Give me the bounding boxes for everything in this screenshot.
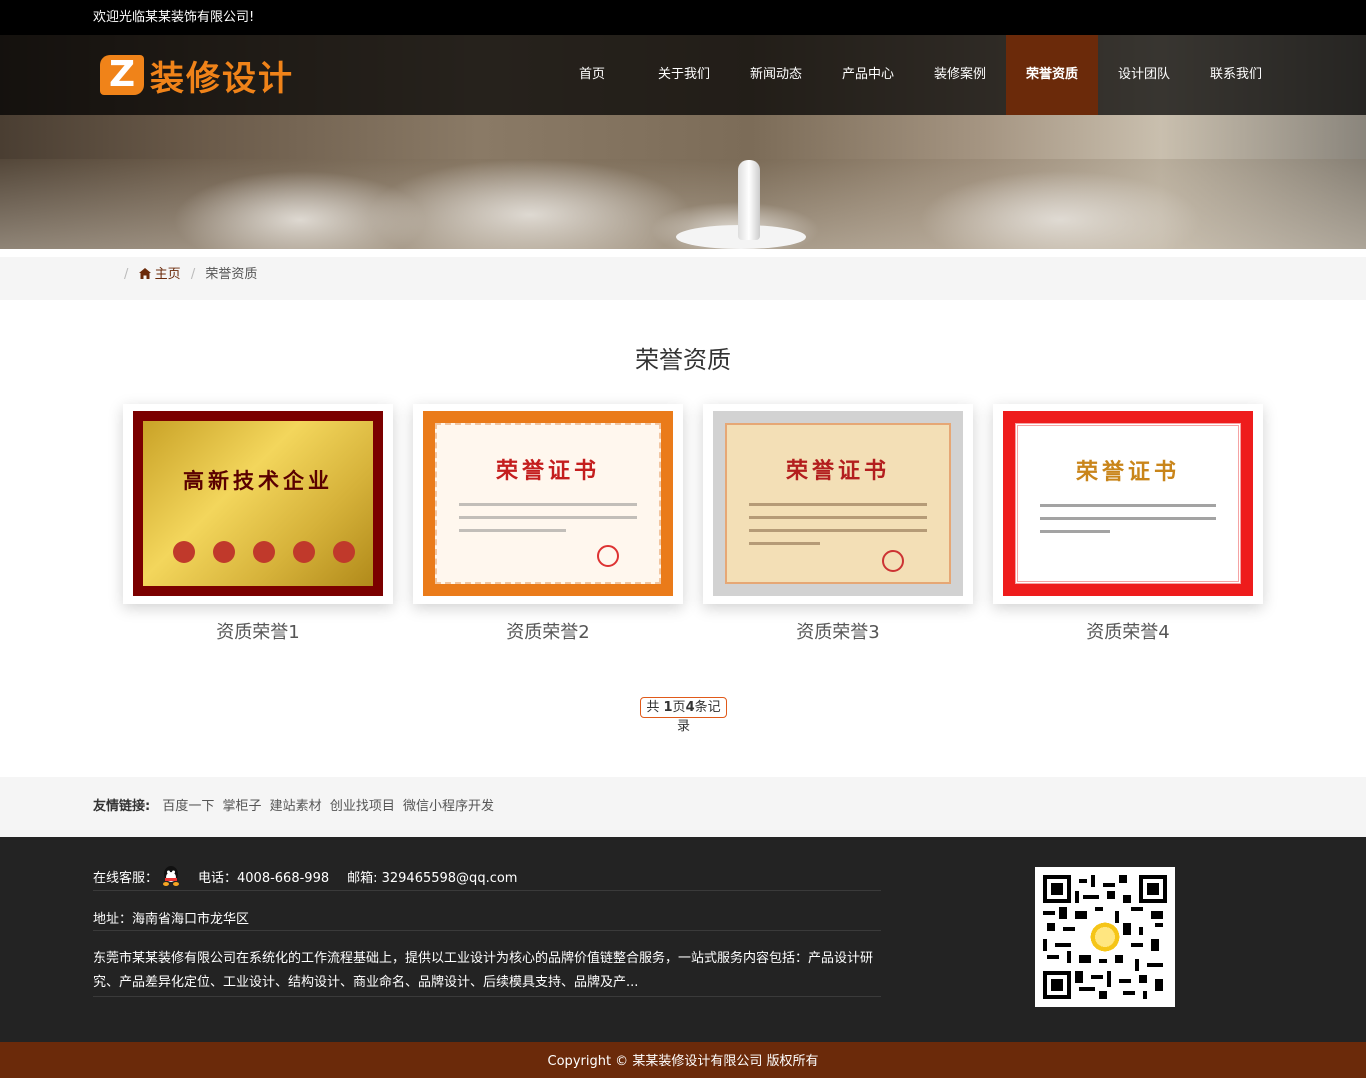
certificate-card[interactable]: 荣誉证书 资质荣誉3 — [703, 404, 973, 644]
friend-links-label: 友情链接: — [93, 799, 151, 814]
online-service-label: 在线客服： — [93, 871, 159, 886]
pagination-info: 共 1页4条记录 — [640, 697, 727, 734]
seal-icon — [333, 541, 355, 563]
friend-link[interactable]: 百度一下 — [162, 799, 214, 814]
friend-links-bar: 友情链接: 百度一下 掌柜子 建站素材 创业找项目 微信小程序开发 — [0, 777, 1366, 837]
copyright-text: Copyright © 某某装修设计有限公司 版权所有 — [547, 1054, 819, 1069]
site-footer: 在线客服： 电话：4008-668-998 邮箱: 329465598@qq.com… — [0, 837, 1366, 1042]
certificate-grid: 高新技术企业 资质荣誉1 荣誉证书 资质荣誉2 荣誉证书 资质荣誉3 荣誉证书 … — [123, 404, 1263, 644]
certificate-card[interactable]: 高新技术企业 资质荣誉1 — [123, 404, 393, 644]
friend-link[interactable]: 微信小程序开发 — [403, 799, 494, 814]
certificate-title: 荣誉证书 — [1075, 459, 1180, 485]
logo-mark-icon: Z — [100, 55, 144, 95]
nav-item-products[interactable]: 产品中心 — [822, 35, 914, 115]
contact-row: 在线客服： 电话：4008-668-998 邮箱: 329465598@qq.com — [93, 861, 881, 891]
hero-vase-graphic — [738, 160, 760, 240]
nav-menu: 首页 关于我们 新闻动态 产品中心 装修案例 荣誉资质 设计团队 联系我们 — [546, 35, 1282, 115]
nav-item-news[interactable]: 新闻动态 — [730, 35, 822, 115]
welcome-bar: 欢迎光临某某装饰有限公司! — [0, 0, 1366, 35]
nav-item-team[interactable]: 设计团队 — [1098, 35, 1190, 115]
address-row: 地址：海南省海口市龙华区 — [93, 905, 881, 931]
certificate-title: 荣誉证书 — [785, 458, 890, 484]
logo-text: 装修设计 — [150, 58, 294, 99]
breadcrumb: / 主页 / 荣誉资质 — [124, 267, 258, 282]
certificate-card[interactable]: 荣誉证书 资质荣誉4 — [993, 404, 1263, 644]
seal-icon — [293, 541, 315, 563]
seal-icon — [253, 541, 275, 563]
seal-icon — [213, 541, 235, 563]
main-navbar: Z 装修设计 首页 关于我们 新闻动态 产品中心 装修案例 荣誉资质 设计团队 … — [0, 35, 1366, 115]
nav-item-contact[interactable]: 联系我们 — [1190, 35, 1282, 115]
hero-banner: Z 装修设计 首页 关于我们 新闻动态 产品中心 装修案例 荣誉资质 设计团队 … — [0, 35, 1366, 249]
seal-icon — [882, 550, 904, 572]
certificate-image[interactable]: 高新技术企业 — [133, 411, 383, 596]
qq-icon[interactable] — [162, 865, 180, 886]
copyright-bar: Copyright © 某某装修设计有限公司 版权所有 — [0, 1042, 1366, 1078]
certificate-image[interactable]: 荣誉证书 — [713, 411, 963, 596]
certificate-caption[interactable]: 资质荣誉3 — [703, 618, 973, 644]
record-count: 4 — [685, 700, 695, 715]
welcome-text: 欢迎光临某某装饰有限公司! — [93, 10, 255, 25]
breadcrumb-current: 荣誉资质 — [205, 267, 258, 282]
company-description: 东莞市某某装修有限公司在系统化的工作流程基础上，提供以工业设计为核心的品牌价值链… — [93, 951, 874, 990]
certificate-image[interactable]: 荣誉证书 — [1003, 411, 1253, 596]
page-title: 荣誉资质 — [635, 346, 731, 374]
nav-item-honors[interactable]: 荣誉资质 — [1006, 35, 1098, 115]
breadcrumb-bar: / 主页 / 荣誉资质 — [0, 257, 1366, 300]
page-count: 1 — [663, 700, 673, 715]
seal-icon — [173, 541, 195, 563]
certificate-caption[interactable]: 资质荣誉2 — [413, 618, 683, 644]
address-text: 地址：海南省海口市龙华区 — [93, 912, 250, 927]
certificate-caption[interactable]: 资质荣誉1 — [123, 618, 393, 644]
email-text: 邮箱: 329465598@qq.com — [347, 871, 518, 886]
certificate-title: 荣誉证书 — [495, 458, 600, 484]
qr-code-icon — [1035, 867, 1175, 1007]
nav-item-cases[interactable]: 装修案例 — [914, 35, 1006, 115]
description-row: 东莞市某某装修有限公司在系统化的工作流程基础上，提供以工业设计为核心的品牌价值链… — [93, 947, 881, 997]
seal-icon — [597, 545, 619, 567]
certificate-card[interactable]: 荣誉证书 资质荣誉2 — [413, 404, 683, 644]
home-icon[interactable] — [138, 267, 155, 282]
friend-link[interactable]: 建站素材 — [270, 799, 322, 814]
nav-item-about[interactable]: 关于我们 — [638, 35, 730, 115]
site-logo[interactable]: Z 装修设计 — [100, 53, 294, 99]
breadcrumb-home-link[interactable]: 主页 — [155, 267, 181, 282]
certificate-image[interactable]: 荣誉证书 — [423, 411, 673, 596]
friend-link[interactable]: 掌柜子 — [223, 799, 262, 814]
nav-item-home[interactable]: 首页 — [546, 35, 638, 115]
friend-link[interactable]: 创业找项目 — [330, 799, 395, 814]
certificate-title: 高新技术企业 — [183, 468, 333, 493]
phone-text: 电话：4008-668-998 — [198, 871, 330, 886]
certificate-caption[interactable]: 资质荣誉4 — [993, 618, 1263, 644]
